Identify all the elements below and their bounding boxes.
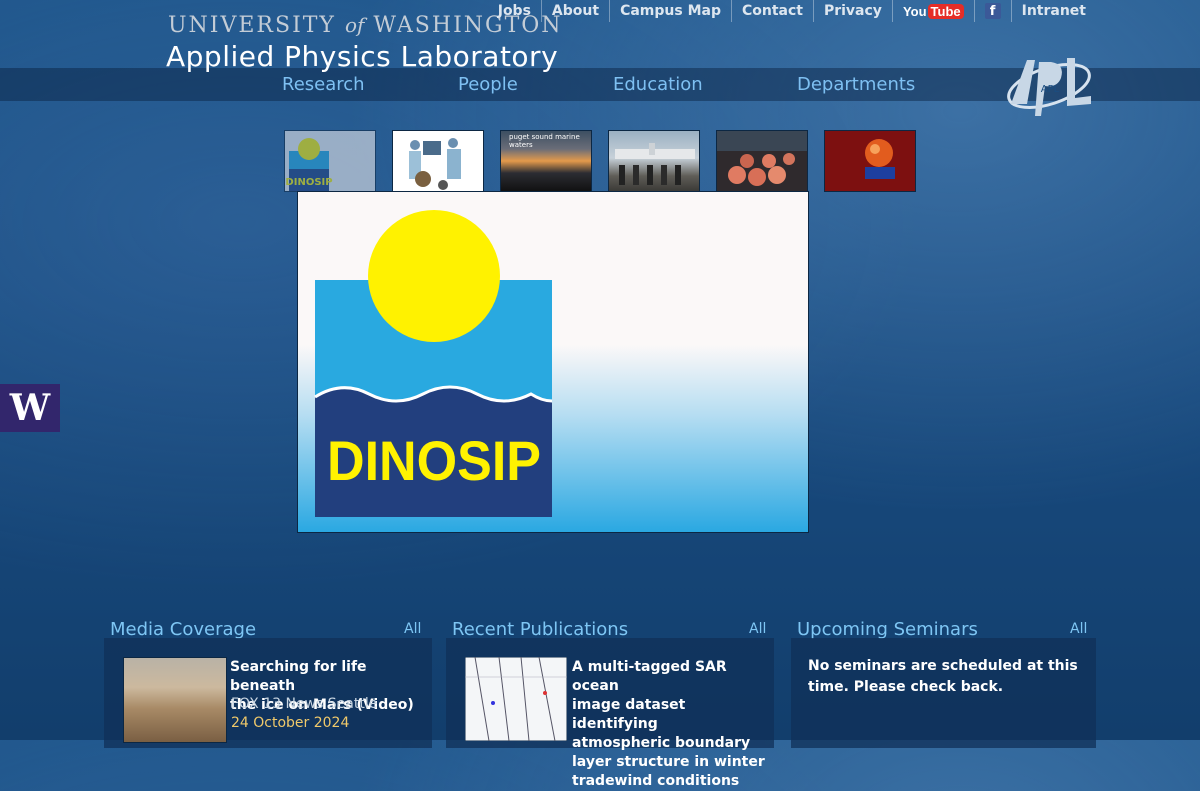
media-coverage-panel: Media Coverage All Searching for life be… [104,616,432,748]
upcoming-seminars-heading: Upcoming Seminars [797,619,978,640]
upcoming-seminars-panel: Upcoming Seminars All No seminars are sc… [791,616,1096,748]
seminars-message-line-1: No seminars are scheduled at this [808,658,1078,674]
thumb-dinosip[interactable]: DINOSIP [284,130,376,192]
media-coverage-all-link[interactable]: All [404,621,421,637]
media-thumbnail-mars[interactable] [123,657,227,743]
utility-link-about[interactable]: About [540,0,609,22]
dinosip-title: DINOSIP [327,429,541,492]
thumb-puget-sound-caption: puget sound marine waters [509,133,580,149]
seminars-empty-message: No seminars are scheduled at this time. … [808,656,1078,698]
nav-research[interactable]: Research [282,74,365,95]
media-item-date: 24 October 2024 [231,715,350,731]
media-item-source: FOX 13 News Seattle [231,696,378,712]
dinosip-logo: DINOSIP [314,210,553,517]
thumb-puget-sound[interactable]: puget sound marine waters [500,130,592,192]
apl-logo-text: APL [1041,84,1060,95]
uw-word-of: of [344,13,365,37]
utility-link-privacy[interactable]: Privacy [812,0,892,22]
nav-departments[interactable]: Departments [797,74,915,95]
thumb-red-sphere[interactable] [824,130,916,192]
publication-title-line-2: image dataset identifying [572,697,686,732]
upcoming-seminars-all-link[interactable]: All [1070,621,1087,637]
apl-logo[interactable]: APL [1005,52,1095,120]
utility-link-contact[interactable]: Contact [730,0,813,22]
nav-education[interactable]: Education [613,74,703,95]
media-item-title-line-1: Searching for life beneath [230,659,367,694]
lab-name-title[interactable]: Applied Physics Laboratory [166,40,558,73]
youtube-tube: Tube [927,3,964,19]
publication-item-title[interactable]: A multi-tagged SAR ocean image dataset i… [572,658,774,791]
publication-title-line-4: layer structure in winter [572,754,765,770]
recent-publications-all-link[interactable]: All [749,621,766,637]
publication-thumbnail[interactable] [465,657,567,741]
media-coverage-heading: Media Coverage [110,619,257,640]
uw-w-tab[interactable]: W [0,384,60,432]
publication-title-line-1: A multi-tagged SAR ocean [572,659,727,694]
thumb-dinosip-caption: DINOSIP [285,177,332,188]
utility-link-campus-map[interactable]: Campus Map [609,0,731,22]
youtube-link[interactable]: You Tube [891,0,974,22]
publication-title-line-3: atmospheric boundary [572,735,751,751]
recent-publications-heading: Recent Publications [452,619,629,640]
uw-w-icon: W [9,387,51,429]
utility-link-intranet[interactable]: Intranet [1010,0,1096,22]
slideshow-main-image[interactable]: DINOSIP [297,191,809,533]
thumb-medical-illustration[interactable] [392,130,484,192]
youtube-you: You [902,3,927,19]
youtube-icon: You Tube [902,3,964,19]
facebook-icon: f [984,3,1001,19]
utility-link-jobs[interactable]: Jobs [488,0,541,22]
facebook-link[interactable]: f [973,0,1011,22]
publication-title-line-5: tradewind conditions [572,773,740,789]
thumb-aircraft-crew[interactable] [608,130,700,192]
thumb-lab-equipment[interactable] [716,130,808,192]
nav-people[interactable]: People [458,74,518,95]
seminars-message-line-2: time. Please check back. [808,679,1004,695]
utility-nav: Jobs About Campus Map Contact Privacy Yo… [488,0,1096,22]
uw-word-university: UNIVERSITY [168,13,336,38]
recent-publications-panel: Recent Publications All A multi-tagged S… [446,616,774,789]
